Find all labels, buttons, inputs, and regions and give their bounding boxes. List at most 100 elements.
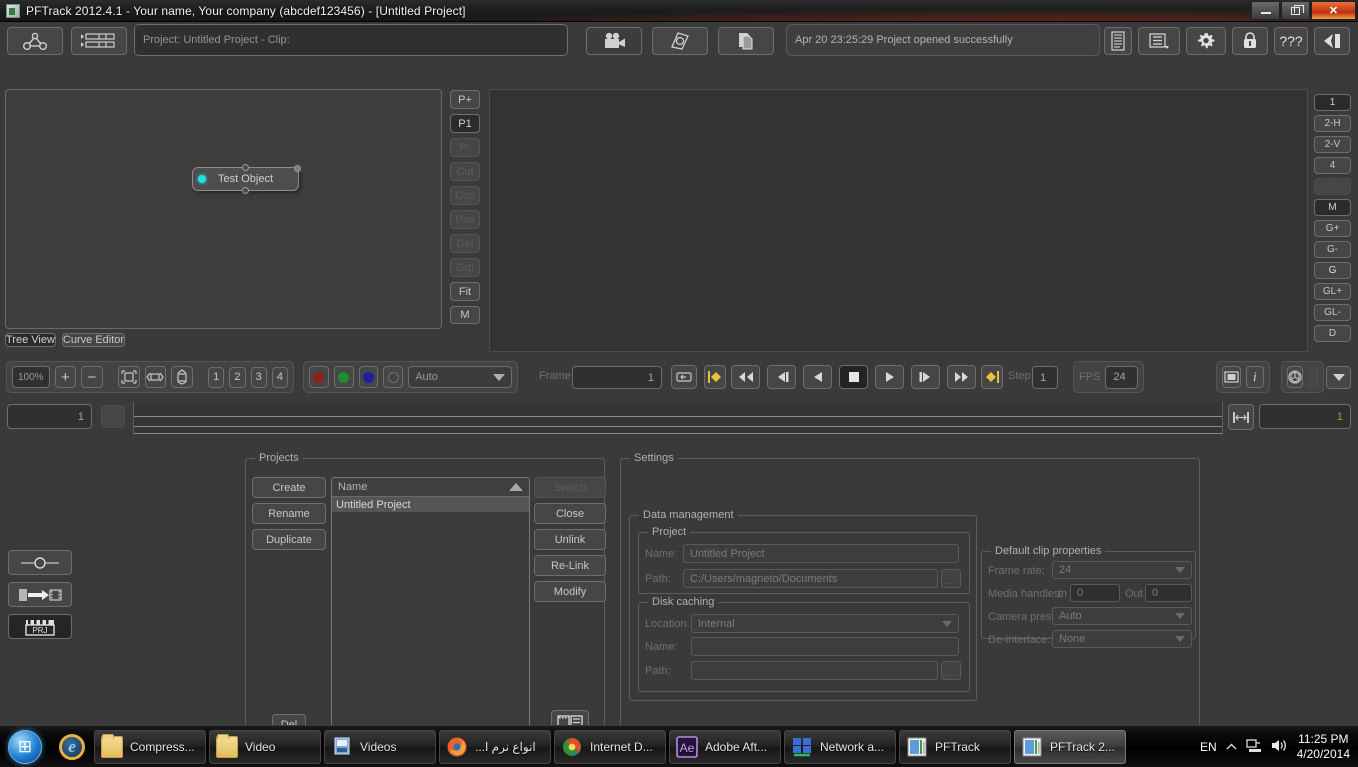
taskbar-item-after-effects[interactable]: Ae Adobe Aft... xyxy=(669,729,781,764)
node-port-corner[interactable] xyxy=(294,165,301,172)
projects-list-header[interactable]: Name xyxy=(332,478,529,497)
list-item[interactable]: Untitled Project xyxy=(332,497,529,512)
language-indicator[interactable]: EN xyxy=(1200,740,1217,754)
quality-button-2[interactable]: 2 xyxy=(229,366,246,388)
lut-select[interactable]: Auto xyxy=(408,366,513,388)
taskbar-item-firefox[interactable]: انواع نرم ا... xyxy=(439,729,551,764)
key-next-icon[interactable] xyxy=(981,365,1003,389)
cache-name-input[interactable] xyxy=(691,637,959,656)
gear-icon[interactable] xyxy=(1186,27,1226,55)
node-graph-icon[interactable] xyxy=(7,27,63,55)
exit-icon[interactable] xyxy=(1314,27,1350,55)
viewer-btn-g[interactable]: G xyxy=(1314,262,1351,279)
switch-project-button[interactable]: Switch xyxy=(534,477,606,498)
cache-path-browse-button[interactable]: ... xyxy=(941,661,961,680)
viewer-btn-1[interactable]: 1 xyxy=(1314,94,1351,111)
viewer-btn-g-plus[interactable]: G+ xyxy=(1314,220,1351,237)
frame-input[interactable]: 1 xyxy=(572,366,662,389)
viewer-btn-m[interactable]: M xyxy=(1314,199,1351,216)
key-prev-icon[interactable] xyxy=(704,365,726,389)
step-back-icon[interactable] xyxy=(767,365,796,389)
log-lines-icon[interactable] xyxy=(1104,27,1132,55)
deinterlace-select[interactable]: None xyxy=(1052,630,1192,648)
loop-icon[interactable] xyxy=(671,365,697,389)
viewer-btn-l[interactable]: L xyxy=(1314,178,1351,195)
project-path-field[interactable]: Project: Untitled Project - Clip: xyxy=(134,24,568,56)
node-test-object[interactable]: Test Object xyxy=(192,164,301,194)
step-input[interactable]: 1 xyxy=(1032,366,1058,389)
timeline-out-input[interactable]: 1 xyxy=(1259,404,1351,429)
3d-box-icon[interactable] xyxy=(1287,366,1303,388)
media-handles-out-input[interactable]: 0 xyxy=(1145,584,1192,602)
taskbar-item-compress[interactable]: Compress... xyxy=(94,729,206,764)
camera-preset-select[interactable]: Auto xyxy=(1052,607,1192,625)
tree-view-canvas[interactable]: Test Object xyxy=(5,89,442,329)
filmstrip-icon[interactable] xyxy=(1222,366,1241,388)
list-view-icon[interactable] xyxy=(71,27,127,55)
project-path-input[interactable]: C:/Users/magneto/Documents xyxy=(683,569,938,588)
import-clip-icon[interactable] xyxy=(8,582,72,607)
fast-forward-icon[interactable] xyxy=(947,365,976,389)
project-clapper-icon[interactable]: PRJ xyxy=(8,614,72,639)
fit-width-icon[interactable] xyxy=(144,366,167,388)
taskbar-item-pftrack-2[interactable]: PFTrack 2... xyxy=(1014,729,1126,764)
tree-btn-p-plus[interactable]: P+ xyxy=(450,90,480,109)
viewer-btn-2v[interactable]: 2-V xyxy=(1314,136,1351,153)
viewer-canvas[interactable] xyxy=(489,89,1308,352)
copy-files-icon[interactable] xyxy=(718,27,774,55)
cache-path-input[interactable] xyxy=(691,661,938,680)
cache-location-select[interactable]: Internal xyxy=(691,614,959,633)
network-tray-icon[interactable] xyxy=(1245,738,1262,756)
close-project-button[interactable]: Close xyxy=(534,503,606,524)
quicklaunch-ie[interactable]: e xyxy=(50,733,94,760)
taskbar-item-video[interactable]: Video xyxy=(209,729,321,764)
taskbar-item-internet-download-manager[interactable]: Internet D... xyxy=(554,729,666,764)
zoom-in-button[interactable]: + xyxy=(54,366,77,388)
tree-btn-p-minus[interactable]: P- xyxy=(450,138,480,157)
step-forward-icon[interactable] xyxy=(911,365,940,389)
tree-btn-more[interactable]: M xyxy=(450,306,480,324)
duplicate-project-button[interactable]: Duplicate xyxy=(252,529,326,550)
quality-button-4[interactable]: 4 xyxy=(271,366,289,388)
node-port-top[interactable] xyxy=(241,164,249,171)
tree-btn-fit[interactable]: Fit xyxy=(450,282,480,301)
projects-list[interactable]: Name Untitled Project xyxy=(331,477,530,734)
minimize-button[interactable] xyxy=(1251,1,1280,20)
status-log-field[interactable]: Apr 20 23:25:29 Project opened successfu… xyxy=(786,24,1100,56)
film-reel-icon[interactable] xyxy=(652,27,708,55)
range-fit-icon[interactable] xyxy=(1228,404,1254,430)
p-icon[interactable]: P xyxy=(1308,366,1318,388)
dropdown-arrow-icon[interactable] xyxy=(1326,366,1351,389)
help-button[interactable]: ??? xyxy=(1274,27,1308,55)
frame-rate-select[interactable]: 24 xyxy=(1052,561,1192,579)
list-menu-icon[interactable] xyxy=(1138,27,1180,55)
fit-to-window-icon[interactable] xyxy=(118,366,140,388)
rename-project-button[interactable]: Rename xyxy=(252,503,326,524)
viewer-btn-4[interactable]: 4 xyxy=(1314,157,1351,174)
rewind-icon[interactable] xyxy=(731,365,760,389)
blue-channel-button[interactable] xyxy=(358,366,379,388)
project-path-browse-button[interactable]: ... xyxy=(941,569,961,588)
project-name-input[interactable]: Untitled Project xyxy=(683,544,959,563)
info-icon[interactable]: i xyxy=(1245,366,1264,388)
viewer-btn-g-minus[interactable]: G- xyxy=(1314,241,1351,258)
zoom-out-button[interactable]: − xyxy=(81,366,103,388)
quality-button-3[interactable]: 3 xyxy=(250,366,267,388)
viewer-btn-d[interactable]: D xyxy=(1314,325,1351,342)
alpha-channel-button[interactable] xyxy=(383,366,404,388)
fit-height-icon[interactable] xyxy=(171,366,193,388)
tree-btn-paste[interactable]: Pas xyxy=(450,210,480,229)
timeline-in-input[interactable]: 1 xyxy=(7,404,92,429)
unlink-project-button[interactable]: Unlink xyxy=(534,529,606,550)
taskbar-item-videos[interactable]: Videos xyxy=(324,729,436,764)
tree-btn-group[interactable]: Grp xyxy=(450,258,480,277)
camera-icon[interactable] xyxy=(586,27,642,55)
relink-project-button[interactable]: Re-Link xyxy=(534,555,606,576)
tree-btn-copy[interactable]: Cop xyxy=(450,186,480,205)
taskbar-item-pftrack[interactable]: PFTrack xyxy=(899,729,1011,764)
close-button[interactable]: ✕ xyxy=(1311,1,1356,20)
play-icon[interactable] xyxy=(875,365,904,389)
timeline-cache-button[interactable]: C xyxy=(101,405,125,428)
red-channel-button[interactable] xyxy=(309,366,329,388)
chevron-up-icon[interactable] xyxy=(1226,740,1237,754)
